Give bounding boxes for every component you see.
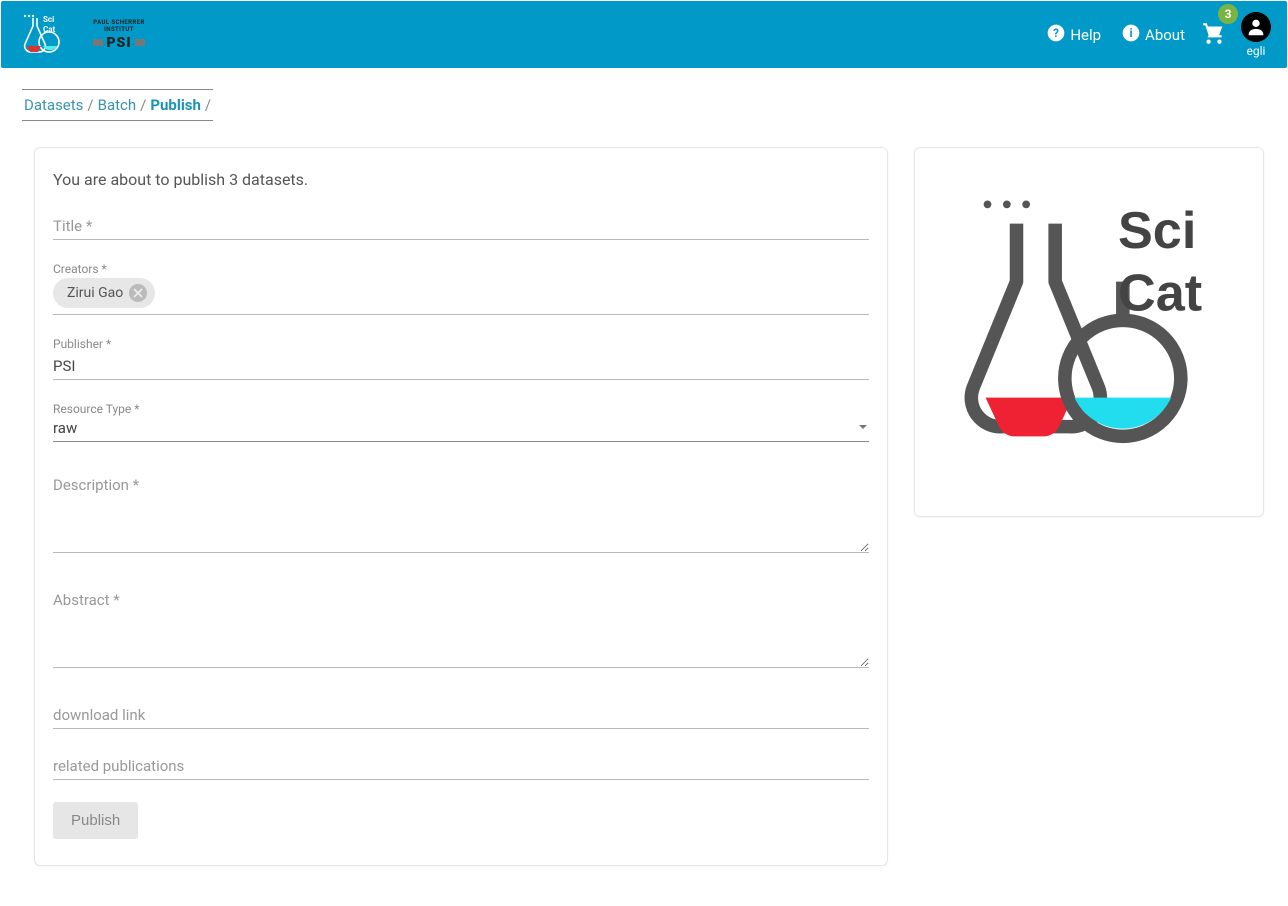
- creator-chip: Zirui Gao: [53, 278, 155, 308]
- related-publications-field: related publications: [53, 753, 869, 780]
- publisher-input[interactable]: [53, 353, 869, 380]
- publisher-field: Publisher *: [53, 337, 869, 380]
- resource-type-value: raw: [53, 419, 857, 437]
- cart-badge: 3: [1218, 4, 1238, 24]
- breadcrumb-batch[interactable]: Batch: [98, 96, 137, 114]
- related-publications-input[interactable]: [53, 753, 869, 780]
- scicat-logo: Sci Cat: [17, 12, 65, 58]
- side-logo-card: Sci Cat: [914, 147, 1264, 517]
- intro-text: You are about to publish 3 datasets.: [53, 170, 869, 189]
- breadcrumb: Datasets / Batch / Publish /: [22, 89, 213, 121]
- svg-text:Cat: Cat: [43, 25, 56, 34]
- psi-caption: PAUL SCHERRER INSTITUT: [79, 19, 159, 33]
- about-link[interactable]: i About: [1111, 23, 1195, 47]
- publish-button[interactable]: Publish: [53, 802, 138, 839]
- resource-type-label: Resource Type *: [53, 402, 869, 416]
- help-label: Help: [1070, 26, 1101, 44]
- chip-remove-icon[interactable]: [129, 284, 147, 302]
- content: You are about to publish 3 datasets. Tit…: [0, 121, 1288, 906]
- scicat-large-logo: Sci Cat: [944, 185, 1234, 479]
- abstract-textarea[interactable]: [53, 587, 869, 668]
- title-input[interactable]: [53, 213, 869, 240]
- title-field: Title *: [53, 213, 869, 240]
- resource-type-field: Resource Type * raw: [53, 402, 869, 442]
- svg-text:Sci: Sci: [1118, 202, 1196, 260]
- cart-button[interactable]: 3: [1195, 20, 1233, 50]
- help-link[interactable]: ? Help: [1036, 23, 1111, 47]
- breadcrumb-sep: /: [140, 96, 146, 114]
- download-link-input[interactable]: [53, 702, 869, 729]
- abstract-field: Abstract *: [53, 587, 869, 672]
- creators-label: Creators *: [53, 262, 869, 276]
- creators-chips[interactable]: Zirui Gao: [53, 278, 869, 315]
- psi-logo: PAUL SCHERRER INSTITUT PSI: [79, 19, 159, 51]
- logo-group[interactable]: Sci Cat PAUL SCHERRER INSTITUT PSI: [17, 12, 159, 58]
- user-menu[interactable]: egli: [1241, 12, 1271, 58]
- info-icon: i: [1121, 23, 1141, 47]
- description-field: Description *: [53, 472, 869, 557]
- psi-letters: PSI: [106, 35, 131, 51]
- cart-icon: [1201, 20, 1227, 50]
- psi-bars: PSI: [79, 35, 159, 51]
- svg-text:?: ?: [1053, 26, 1059, 40]
- resource-type-select[interactable]: raw: [53, 418, 869, 442]
- creators-field: Creators * Zirui Gao: [53, 262, 869, 315]
- help-icon: ?: [1046, 23, 1066, 47]
- description-textarea[interactable]: [53, 472, 869, 553]
- about-label: About: [1145, 26, 1185, 44]
- svg-text:Sci: Sci: [43, 15, 54, 24]
- publisher-label: Publisher *: [53, 337, 869, 351]
- publish-form-card: You are about to publish 3 datasets. Tit…: [34, 147, 888, 866]
- breadcrumb-datasets[interactable]: Datasets: [24, 96, 83, 114]
- breadcrumb-sep: /: [87, 96, 93, 114]
- svg-text:Cat: Cat: [1118, 265, 1202, 323]
- breadcrumb-sep: /: [205, 96, 211, 114]
- download-link-field: download link: [53, 702, 869, 729]
- avatar-icon: [1241, 12, 1271, 42]
- breadcrumb-publish: Publish: [150, 96, 201, 114]
- svg-text:i: i: [1130, 26, 1133, 40]
- creator-chip-label: Zirui Gao: [67, 285, 123, 301]
- chevron-down-icon: [857, 418, 869, 437]
- username-label: egli: [1247, 44, 1266, 58]
- toolbar: Sci Cat PAUL SCHERRER INSTITUT PSI ? Hel…: [1, 1, 1287, 68]
